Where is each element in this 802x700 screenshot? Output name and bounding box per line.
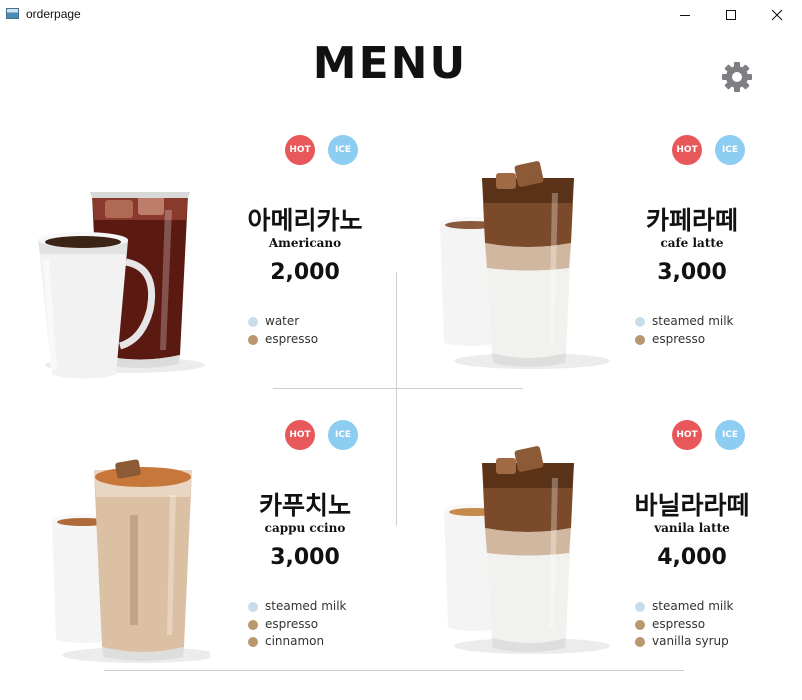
americano-photo — [38, 192, 205, 379]
ingredient-dot-icon — [635, 317, 645, 327]
ice-button[interactable]: ICE — [328, 135, 358, 165]
item-price: 3,000 — [270, 545, 340, 570]
ingredient-list: water espresso — [248, 313, 318, 348]
minimize-icon — [680, 15, 690, 16]
item-price: 2,000 — [270, 260, 340, 285]
close-button[interactable] — [754, 0, 800, 30]
ingredient-dot-icon — [635, 334, 645, 345]
item-name-korean: 카페라떼 — [645, 206, 738, 235]
ingredient-item: cinnamon — [248, 633, 347, 651]
hot-button[interactable]: HOT — [672, 420, 702, 450]
settings-button[interactable] — [720, 60, 754, 94]
app-icon — [6, 8, 19, 19]
ice-button[interactable]: ICE — [715, 135, 745, 165]
menu-item-vanilla-latte[interactable]: HOT ICE 바닐라라떼 vanila latte 4,000 steamed… — [387, 410, 777, 700]
item-name-english: vanila latte — [654, 521, 730, 535]
hot-button[interactable]: HOT — [285, 420, 315, 450]
ingredient-item: steamed milk — [635, 313, 734, 331]
hot-button[interactable]: HOT — [672, 135, 702, 165]
ingredient-dot-icon — [248, 317, 258, 327]
window-title: orderpage — [26, 7, 81, 21]
ingredient-item: espresso — [635, 331, 734, 349]
ingredient-dot-icon — [248, 619, 258, 630]
ingredient-dot-icon — [635, 602, 645, 612]
item-price: 3,000 — [657, 260, 727, 285]
item-name-english: cappu ccino — [264, 521, 346, 535]
maximize-icon — [726, 10, 736, 20]
gear-icon — [722, 62, 752, 92]
item-name-english: Americano — [268, 236, 342, 250]
minimize-button[interactable] — [662, 0, 708, 30]
ingredient-dot-icon — [635, 637, 645, 647]
ingredient-item: steamed milk — [248, 598, 347, 616]
ice-button[interactable]: ICE — [715, 420, 745, 450]
ingredient-list: steamed milk espresso vanilla syrup — [635, 598, 734, 651]
ingredient-item: espresso — [248, 331, 318, 349]
page-title: MENU — [312, 38, 468, 89]
hot-button[interactable]: HOT — [285, 135, 315, 165]
close-icon — [771, 9, 783, 21]
item-price: 4,000 — [657, 545, 727, 570]
vanilla-latte-photo — [444, 446, 610, 654]
item-name-korean: 아메리카노 — [247, 206, 363, 235]
ingredient-list: steamed milk espresso cinnamon — [248, 598, 347, 651]
ingredient-item: vanilla syrup — [635, 633, 734, 651]
ingredient-item: espresso — [635, 616, 734, 634]
cappuccino-photo — [52, 459, 210, 663]
ingredient-item: water — [248, 313, 318, 331]
item-name-korean: 카푸치노 — [258, 491, 351, 520]
menu-item-cappuccino[interactable]: HOT ICE 카푸치노 cappu ccino 3,000 steamed m… — [0, 410, 390, 700]
item-name-korean: 바닐라라떼 — [634, 491, 750, 520]
ingredient-item: steamed milk — [635, 598, 734, 616]
ingredient-dot-icon — [248, 602, 258, 612]
menu-item-americano[interactable]: HOT ICE 아메리카노 Americano 2,000 water espr… — [0, 125, 390, 415]
maximize-button[interactable] — [708, 0, 754, 30]
ingredient-dot-icon — [248, 334, 258, 345]
ingredient-dot-icon — [248, 637, 258, 647]
cafe-latte-photo — [440, 161, 610, 369]
ingredient-list: steamed milk espresso — [635, 313, 734, 348]
window-titlebar: orderpage — [0, 0, 802, 30]
ingredient-item: espresso — [248, 616, 347, 634]
ingredient-dot-icon — [635, 619, 645, 630]
item-name-english: cafe latte — [660, 236, 724, 250]
menu-item-cafe-latte[interactable]: HOT ICE 카페라떼 cafe latte 3,000 steamed mi… — [387, 125, 777, 415]
ice-button[interactable]: ICE — [328, 420, 358, 450]
